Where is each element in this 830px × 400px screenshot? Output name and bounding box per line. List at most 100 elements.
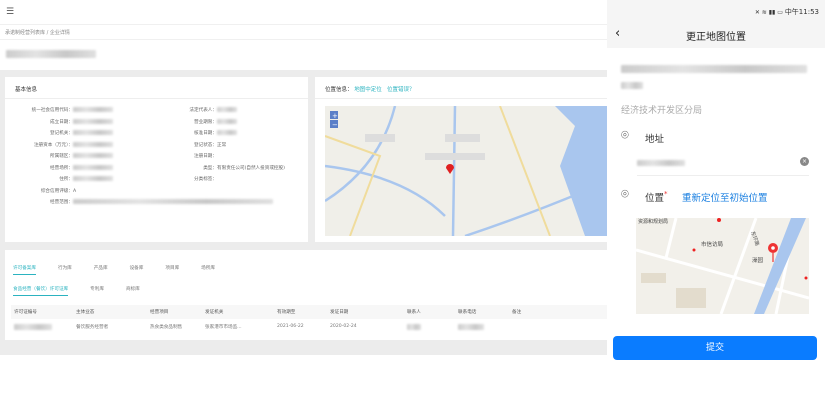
table-cell: 2021-06-22: [277, 324, 304, 329]
info-field: 住所：: [5, 176, 113, 182]
library-card: 许可备案库 行为库 产品库 设备库 项目库 场所库 食品经营（餐饮）许可证库 专利库 商标库 …: [5, 250, 608, 340]
field-label: 经营范围：: [50, 200, 73, 205]
field-value-redacted: [73, 153, 113, 158]
subtab-1[interactable]: 专利库: [90, 283, 104, 296]
field-value-redacted: [73, 164, 113, 170]
info-field: 营业期限：: [155, 118, 237, 125]
field-label: 注册资本（万元）：: [33, 142, 73, 148]
field-value-redacted: [73, 107, 113, 112]
submit-button[interactable]: 提交: [613, 336, 817, 360]
field-value-redacted: [217, 118, 237, 124]
field-value-redacted: [73, 118, 113, 124]
info-field: 登记状态：正常: [155, 142, 226, 148]
field-value: A: [73, 188, 77, 194]
tab-2[interactable]: 产品库: [94, 262, 108, 275]
field-label: 经营场所：: [50, 165, 73, 171]
locate-on-map-link[interactable]: 地图中定位: [354, 87, 382, 93]
field-value-redacted: [217, 107, 237, 112]
company-name-redacted-2: [621, 82, 643, 89]
breadcrumb-separator: /: [46, 30, 49, 36]
status-bar: ✕ ≋ ▮▮ ▭ 中午11:53: [607, 0, 825, 22]
table-cell-redacted: [14, 324, 52, 330]
column-header: 主体业态: [76, 310, 95, 315]
breadcrumb-parent[interactable]: 承诺制经营列表库: [5, 30, 45, 36]
table-cell-redacted: [407, 324, 421, 330]
phone-screen: ✕ ≋ ▮▮ ▭ 中午11:53 ‹ 更正地图位置 经济技术开发区分局 ⌾ 地址…: [607, 0, 825, 365]
field-label: 营业期限：: [194, 119, 217, 125]
table-cell: 张家港市市场监...: [205, 325, 242, 330]
column-header: 许可证编号: [14, 310, 37, 315]
info-field: 注册资本（万元）：: [5, 141, 113, 148]
address-input[interactable]: ×: [637, 152, 809, 176]
tab-5[interactable]: 场所库: [201, 262, 215, 275]
address-label: 地址: [645, 134, 665, 145]
top-bar: ☰: [0, 0, 608, 25]
phone-header: ‹ 更正地图位置: [607, 22, 825, 48]
info-field: 经营场所：: [5, 164, 113, 171]
field-label: 成立日期：: [50, 119, 73, 125]
subtab-2[interactable]: 商标库: [126, 283, 140, 296]
info-field: 统一社会信用代码：: [5, 107, 113, 113]
field-value-redacted: [73, 199, 273, 204]
svg-text:澡园: 澡园: [752, 256, 764, 264]
back-arrow-icon[interactable]: ‹: [615, 26, 620, 41]
info-field: 分类标签：: [155, 176, 217, 182]
table-cell-redacted: [458, 324, 484, 330]
phone-map[interactable]: 资源和规划局 市信访局 东环路 澡园: [636, 218, 809, 314]
column-header: 有效期至: [277, 310, 296, 315]
svg-text:+: +: [332, 112, 338, 120]
svg-text:−: −: [332, 121, 338, 129]
field-value: 正常: [217, 142, 227, 148]
position-label: 位置*: [645, 190, 668, 204]
field-label: 注册日期：: [194, 154, 217, 159]
field-label: 住所：: [59, 177, 73, 182]
table-cell: 热食类食品制售: [150, 325, 183, 330]
relocate-link[interactable]: 重新定位至初始位置: [682, 190, 768, 204]
basic-info-title: 基本信息: [5, 77, 308, 99]
tab-4[interactable]: 项目库: [165, 262, 179, 275]
field-label: 登记状态：: [194, 142, 217, 148]
info-field: 综合信用评级：A: [5, 188, 76, 194]
column-header: 联系人: [407, 310, 421, 315]
subtab-0[interactable]: 食品经营（餐饮）许可证库: [13, 283, 69, 296]
location-card: 位置信息： 地图中定位 位置错误？ + −: [315, 77, 608, 242]
field-label: 分类标签：: [194, 177, 217, 182]
info-field: 核准日期：: [155, 130, 237, 136]
signal-icon: ✕ ≋ ▮▮ ▭: [754, 9, 785, 16]
field-label: 核准日期：: [194, 131, 217, 136]
field-value: 有限责任公司(自然人投资或控股): [217, 165, 285, 171]
info-field: 登记机关：: [5, 130, 113, 136]
field-label: 统一社会信用代码：: [31, 108, 73, 113]
field-label: 所属辖区：: [50, 154, 73, 159]
field-value-redacted: [73, 141, 113, 147]
basic-info-card: 基本信息 统一社会信用代码： 成立日期： 登记机关： 注册资本（万元）： 所属辖区： 经营…: [5, 77, 308, 242]
svg-text:资源和规划局: 资源和规划局: [638, 218, 668, 225]
company-name-redacted: [621, 65, 807, 73]
table-cell: 2020-02-24: [330, 324, 357, 329]
column-header: 联系电话: [458, 310, 477, 315]
status-time: 中午11:53: [784, 8, 819, 16]
field-label: 类型：: [203, 165, 217, 171]
location-error-link[interactable]: 位置错误？: [387, 87, 415, 93]
field-value-redacted: [217, 130, 237, 135]
column-header: 经营项目: [150, 310, 169, 315]
org-name: 经济技术开发区分局: [621, 106, 703, 116]
phone-title: 更正地图位置: [686, 32, 746, 43]
location-outline-icon: ⌾: [621, 128, 629, 143]
info-field: 成立日期：: [5, 118, 113, 125]
tab-3[interactable]: 设备库: [130, 262, 144, 275]
company-map[interactable]: + −: [325, 106, 608, 236]
info-field: 法定代表人：: [155, 107, 237, 113]
clear-icon[interactable]: ×: [800, 157, 809, 166]
location-header: 位置信息： 地图中定位 位置错误？: [315, 77, 608, 99]
tab-0[interactable]: 许可备案库: [13, 262, 36, 275]
field-value-redacted: [73, 176, 113, 181]
field-value-redacted: [73, 130, 113, 135]
column-header: 发证日期: [330, 310, 349, 315]
table-cell: 餐饮服务经营者: [76, 325, 109, 330]
menu-fold-icon[interactable]: ☰: [6, 7, 14, 17]
info-field: 类型：有限责任公司(自然人投资或控股): [155, 165, 285, 171]
column-header: 备注: [512, 310, 522, 315]
tab-1[interactable]: 行为库: [58, 262, 72, 275]
map-location-icon: ⌾: [621, 187, 629, 202]
